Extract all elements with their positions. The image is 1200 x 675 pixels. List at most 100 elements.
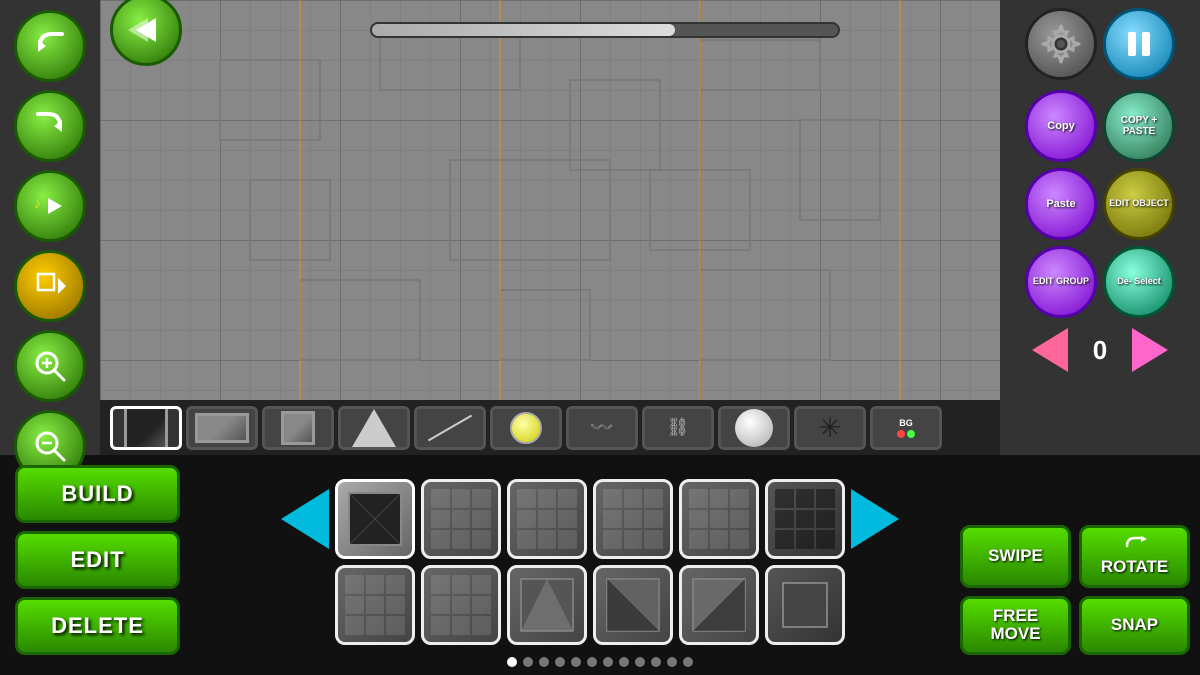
tab-spiky-icon: ✳ [818, 411, 841, 444]
edit-group-label: EDIT GROUP [1033, 277, 1089, 287]
tab-triangle[interactable] [338, 406, 410, 450]
swipe-button[interactable]: SWIPE [960, 525, 1071, 588]
bottom-panel: BUILD EDIT DELETE [0, 455, 1200, 675]
object-grid-row-1 [280, 479, 900, 559]
page-dot-10[interactable] [651, 657, 661, 667]
object-cell-1-6[interactable] [765, 479, 845, 559]
editor-canvas[interactable] [100, 0, 1000, 455]
object-grid-row-2 [280, 565, 900, 645]
tab-wavy-icon: 〰️ [590, 415, 615, 440]
page-dot-7[interactable] [603, 657, 613, 667]
pause-button[interactable] [1103, 8, 1175, 80]
scroll-left-button[interactable] [110, 0, 182, 66]
left-toolbar: ♪ [0, 0, 100, 455]
object-cell-1-5[interactable] [679, 479, 759, 559]
page-dots [507, 657, 693, 667]
tab-triangle-icon [352, 409, 396, 447]
object-cell-1-1[interactable] [335, 479, 415, 559]
counter-right-button[interactable] [1132, 328, 1168, 372]
redo-button[interactable] [14, 90, 86, 162]
copy-paste-label: COPY + PASTE [1106, 115, 1172, 137]
tab-circle-icon [510, 412, 542, 444]
tab-rect-icon [195, 413, 249, 443]
tab-small-square-icon [281, 411, 315, 445]
page-dot-8[interactable] [619, 657, 629, 667]
page-dot-3[interactable] [539, 657, 549, 667]
page-dot-1[interactable] [507, 657, 517, 667]
tab-chain-icon: ⛓ [667, 417, 690, 438]
cell-grid-2-2 [431, 575, 491, 635]
cell-grid-1-4 [603, 489, 663, 549]
paste-button[interactable]: Paste [1025, 168, 1097, 240]
edit-object-button[interactable]: EDIT OBJECT [1103, 168, 1175, 240]
tab-wavy[interactable]: 〰️ [566, 406, 638, 450]
move-tool-button[interactable] [14, 250, 86, 322]
undo-button[interactable] [14, 10, 86, 82]
page-dot-11[interactable] [667, 657, 677, 667]
page-dot-4[interactable] [555, 657, 565, 667]
free-move-button[interactable]: FREE MOVE [960, 596, 1071, 655]
tab-white-circle-icon [735, 409, 773, 447]
grid-nav-left[interactable] [281, 489, 329, 549]
tab-circle[interactable] [490, 406, 562, 450]
edit-button[interactable]: EDIT [15, 531, 180, 589]
object-cell-1-4[interactable] [593, 479, 673, 559]
cell-grid-1-6 [775, 489, 835, 549]
bottom-left-buttons: BUILD EDIT DELETE [15, 465, 195, 655]
zoom-in-button[interactable] [14, 330, 86, 402]
copy-button[interactable]: Copy [1025, 90, 1097, 162]
tab-small-square[interactable] [262, 406, 334, 450]
bottom-right-buttons: SWIPE ROTATE FREE MOVE SNAP [960, 525, 1190, 655]
page-dot-9[interactable] [635, 657, 645, 667]
settings-button[interactable] [1025, 8, 1097, 80]
edit-object-label: EDIT OBJECT [1109, 199, 1169, 209]
cell-grid-2-1 [345, 575, 405, 635]
page-dot-6[interactable] [587, 657, 597, 667]
page-dot-5[interactable] [571, 657, 581, 667]
tab-square-icon [124, 406, 168, 450]
delete-button[interactable]: DELETE [15, 597, 180, 655]
cell-grid-1-3 [517, 489, 577, 549]
tab-square[interactable] [110, 406, 182, 450]
svg-text:♪: ♪ [34, 195, 41, 211]
right-toolbar: Copy COPY + PASTE Paste EDIT OBJECT EDIT… [1000, 0, 1200, 455]
tab-rect[interactable] [186, 406, 258, 450]
tab-diagonal-icon [428, 414, 472, 441]
build-button[interactable]: BUILD [15, 465, 180, 523]
page-dot-12[interactable] [683, 657, 693, 667]
object-cell-2-2[interactable] [421, 565, 501, 645]
object-cell-2-6[interactable] [765, 565, 845, 645]
copy-label: Copy [1047, 120, 1075, 132]
rotate-label: ROTATE [1101, 558, 1168, 577]
copy-paste-button[interactable]: COPY + PASTE [1103, 90, 1175, 162]
object-grid [280, 479, 900, 645]
counter-left-button[interactable] [1032, 328, 1068, 372]
object-cell-2-4[interactable] [593, 565, 673, 645]
snap-button[interactable]: SNAP [1079, 596, 1190, 655]
scroll-fill [372, 24, 675, 36]
play-music-button[interactable]: ♪ [14, 170, 86, 242]
grid-nav-right[interactable] [851, 489, 899, 549]
tab-white-circle[interactable] [718, 406, 790, 450]
object-cell-2-1[interactable] [335, 565, 415, 645]
tab-diagonal[interactable] [414, 406, 486, 450]
cell-grid-1-2 [431, 489, 491, 549]
deselect-button[interactable]: De- Select [1103, 246, 1175, 318]
deselect-label: De- Select [1117, 277, 1161, 287]
page-dot-2[interactable] [523, 657, 533, 667]
object-cell-2-3[interactable] [507, 565, 587, 645]
object-cell-2-5[interactable] [679, 565, 759, 645]
tab-bg-label: BG [899, 418, 913, 428]
tab-spiky[interactable]: ✳ [794, 406, 866, 450]
tab-bar: 〰️ ⛓ ✳ BG [100, 400, 1000, 455]
edit-group-button[interactable]: EDIT GROUP [1025, 246, 1097, 318]
tab-chain[interactable]: ⛓ [642, 406, 714, 450]
object-cell-1-2[interactable] [421, 479, 501, 559]
scroll-track[interactable] [370, 22, 840, 38]
scroll-bar-area [370, 15, 840, 45]
object-cell-1-3[interactable] [507, 479, 587, 559]
rotate-button[interactable]: ROTATE [1079, 525, 1190, 588]
counter-value: 0 [1080, 335, 1120, 366]
paste-label: Paste [1046, 198, 1075, 210]
tab-bg[interactable]: BG [870, 406, 942, 450]
